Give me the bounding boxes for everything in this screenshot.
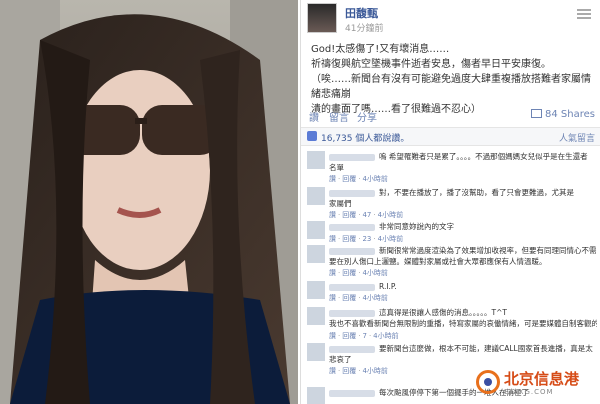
comment-reply-link[interactable]: 回覆 xyxy=(342,211,356,219)
commenter-avatar[interactable] xyxy=(307,187,325,205)
comment-like-link[interactable]: 讚 xyxy=(329,332,336,340)
facebook-post-panel: 田馥甄 41分鐘前 God!太感傷了!又有壞消息…… 祈禱復興航空墜機事件逝者安… xyxy=(300,0,600,404)
post-line: God!太感傷了!又有壞消息…… xyxy=(311,44,450,55)
like-button[interactable]: 讚 xyxy=(309,109,319,124)
watermark-text: 北京信息港 xyxy=(504,370,580,388)
comment-like-link[interactable]: 讚 xyxy=(329,235,336,243)
comment-time[interactable]: 4小時前 xyxy=(373,332,398,340)
post-header: 田馥甄 41分鐘前 xyxy=(307,3,595,37)
comment-item: R.I.P. 讚 · 回覆 · 4小時前 xyxy=(307,280,599,308)
comment-reply-link[interactable]: 回覆 xyxy=(342,332,356,340)
author-name[interactable]: 田馥甄 xyxy=(345,5,378,21)
comment-text: 要新聞台這麼做，根本不可能，建議CALL國家首長進播，真是太 悲哀了 xyxy=(329,344,593,364)
comment-reply-link[interactable]: 回覆 xyxy=(342,175,356,183)
post-action-bar: 讚 留言 分享 84 Shares xyxy=(301,105,600,128)
comment-item: 嗚 希望罹難者只是累了。。。。不過那個媽媽女兒似乎是在生還者 名單 讚 · 回覆 · 4小… xyxy=(307,150,599,183)
commenter-avatar[interactable] xyxy=(307,281,325,299)
post-line: （唉……新聞台有沒有可能避免過度大肆重複播放搭難者家屬情緒悲痛崩 xyxy=(311,74,591,100)
comment-text: 對，不要在播放了，播了沒幫助，看了只會更難過，尤其是 家屬們 xyxy=(329,188,574,208)
watermark-url: BJXXG.COM xyxy=(504,388,554,396)
likes-summary: 16,735 個人都說讚。 人氣留言 xyxy=(301,128,600,146)
comment-button[interactable]: 留言 xyxy=(329,109,349,124)
comment-actions: 讚 · 回覆 · 4小時前 xyxy=(329,269,388,277)
post-line: 祈禱復興航空墜機事件逝者安息，傷者早日平安康復。 xyxy=(311,59,551,70)
author-avatar[interactable] xyxy=(307,3,337,33)
sort-comments-dropdown[interactable]: 人氣留言 xyxy=(559,131,595,144)
comment-text: 嗚 希望罹難者只是累了。。。。不過那個媽媽女兒似乎是在生還者 名單 xyxy=(329,152,588,172)
commenter-avatar[interactable] xyxy=(307,245,325,263)
share-count-label: 84 Shares xyxy=(545,109,595,120)
commenter-avatar[interactable] xyxy=(307,221,325,239)
comment-text: 這真得是很讓人感傷的消息。。。。。T^T 我也不喜歡看新聞台無限制的重播，特寫家屬… xyxy=(329,308,597,328)
comment-reply-link[interactable]: 回覆 xyxy=(342,235,356,243)
comment-actions: 讚 · 回覆 · 4小時前 xyxy=(329,367,388,375)
comment-actions: 讚 · 回覆 · 47 · 4小時前 xyxy=(329,211,404,219)
comment-time[interactable]: 4小時前 xyxy=(362,175,387,183)
commenter-avatar[interactable] xyxy=(307,307,325,325)
selfie-photo xyxy=(0,0,298,404)
comment-item: 對，不要在播放了，播了沒幫助，看了只會更難過，尤其是 家屬們 讚 · 回覆 · 47 · 4小… xyxy=(307,186,599,219)
comment-time[interactable]: 4小時前 xyxy=(378,235,403,243)
comment-like-link[interactable]: 讚 xyxy=(329,175,336,183)
comment-like-link[interactable]: 讚 xyxy=(329,211,336,219)
comment-reply-link[interactable]: 回覆 xyxy=(342,367,356,375)
comment-reply-link[interactable]: 回覆 xyxy=(342,269,356,277)
comment-item: 這真得是很讓人感傷的消息。。。。。T^T 我也不喜歡看新聞台無限制的重播，特寫家屬… xyxy=(307,306,599,340)
comment-actions: 讚 · 回覆 · 4小時前 xyxy=(329,175,388,183)
thumbs-up-icon xyxy=(307,131,317,141)
options-menu-icon[interactable] xyxy=(577,9,591,19)
share-count[interactable]: 84 Shares xyxy=(531,109,595,120)
comment-time[interactable]: 4小時前 xyxy=(362,269,387,277)
comment-text: R.I.P. xyxy=(379,282,397,291)
share-icon xyxy=(531,109,543,118)
commenter-avatar[interactable] xyxy=(307,343,325,361)
likes-count[interactable]: 16,735 個人都說讚。 xyxy=(321,131,409,144)
comment-actions: 讚 · 回覆 · 7 · 4小時前 xyxy=(329,332,399,340)
site-watermark: 北京信息港 BJXXG.COM xyxy=(474,366,598,400)
comment-like-link[interactable]: 讚 xyxy=(329,294,336,302)
comment-text: 非常同意妳說內的文字 xyxy=(379,222,454,231)
comment-actions: 讚 · 回覆 · 4小時前 xyxy=(329,294,388,302)
comment-time[interactable]: 4小時前 xyxy=(378,211,403,219)
comment-reply-link[interactable]: 回覆 xyxy=(342,294,356,302)
commenter-avatar[interactable] xyxy=(307,151,325,169)
comment-like-link[interactable]: 讚 xyxy=(329,269,336,277)
comment-like-link[interactable]: 讚 xyxy=(329,367,336,375)
post-time[interactable]: 41分鐘前 xyxy=(345,21,383,34)
comment-actions: 讚 · 回覆 · 23 · 4小時前 xyxy=(329,235,404,243)
watermark-logo-icon xyxy=(476,370,500,394)
share-button[interactable]: 分享 xyxy=(357,109,377,124)
comment-time[interactable]: 4小時前 xyxy=(362,367,387,375)
comment-time[interactable]: 4小時前 xyxy=(362,294,387,302)
commenter-avatar[interactable] xyxy=(307,387,325,404)
comment-text: 新聞很常常過度渲染為了效果增加收視率，但要有同理同情心不需 要在別人傷口上灑鹽。媒… xyxy=(329,246,597,266)
comment-item: 新聞很常常過度渲染為了效果增加收視率，但要有同理同情心不需 要在別人傷口上灑鹽。媒… xyxy=(307,244,599,277)
